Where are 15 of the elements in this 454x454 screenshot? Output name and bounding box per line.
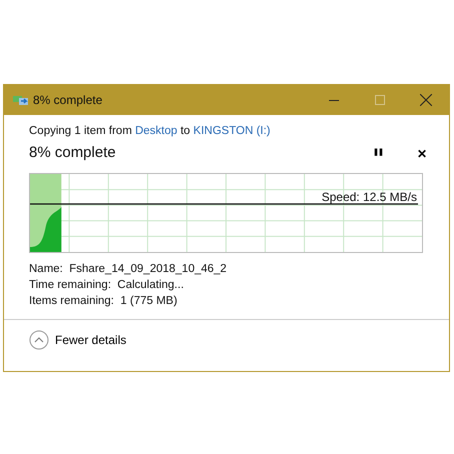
progress-heading: 8% complete: [29, 143, 116, 164]
window-title: 8% complete: [33, 92, 102, 109]
fewer-details-button[interactable]: Fewer details: [29, 330, 126, 350]
copy-icon: [13, 94, 29, 106]
cancel-button[interactable]: ✕: [411, 144, 433, 162]
detail-line: Name: Fshare_14_09_2018_10_46_2: [29, 262, 228, 277]
detail-line: Time remaining: Calculating...: [29, 278, 185, 293]
copy-description: Copying 1 item from Desktop to KINGSTON (I:): [29, 124, 272, 139]
destination-link[interactable]: KINGSTON (I:): [193, 125, 270, 137]
maximize-icon: [375, 95, 385, 105]
detail-line: Items remaining: 1 (775 MB): [29, 294, 178, 309]
speed-curve: [30, 206, 62, 252]
close-icon: [420, 94, 432, 106]
source-link[interactable]: Desktop: [135, 125, 178, 137]
speed-label: Speed: 12.5 MB/s: [322, 188, 417, 206]
